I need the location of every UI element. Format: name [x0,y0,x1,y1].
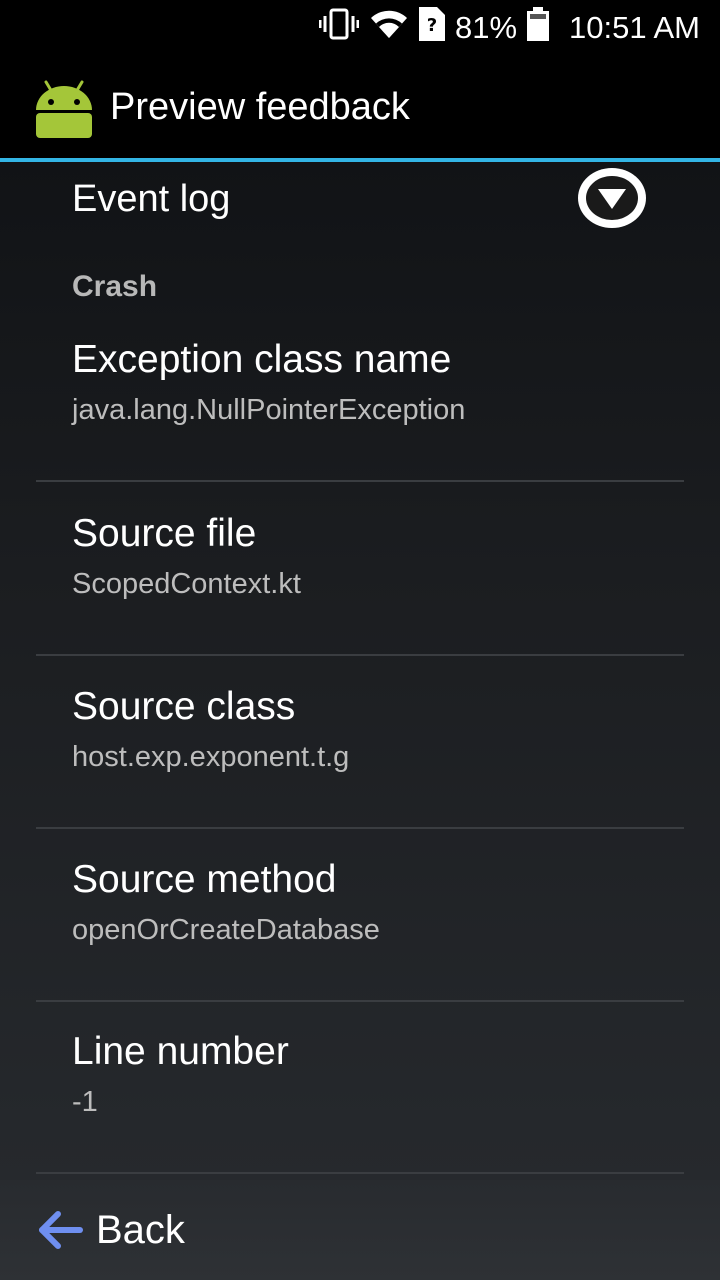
clock: 10:51 AM [569,10,700,45]
battery-percent: 81% [454,10,518,45]
status-bar: ? 81% 10:51 AM [0,0,720,54]
list-item: Source file ScopedContext.kt [36,482,684,656]
item-value: java.lang.NullPointerException [72,394,466,426]
vibrate-icon [318,7,360,49]
list-item: Source method openOrCreateDatabase [36,828,684,1002]
wifi-icon [369,8,409,48]
item-label: Source method [72,858,337,901]
feedback-details[interactable]: Event log Crash Exception class name jav… [0,162,720,1180]
page-title: Preview feedback [110,86,410,128]
chevron-down-circle-icon[interactable] [577,167,647,229]
app-bar: Preview feedback [0,54,720,162]
bottom-bar: Back [0,1180,720,1280]
item-label: Exception class name [72,338,452,381]
item-label: Source class [72,685,296,728]
item-label: Line number [72,1030,289,1073]
event-log-row[interactable]: Event log [72,167,672,240]
item-value: openOrCreateDatabase [72,914,380,946]
back-arrow-icon [36,1206,84,1254]
item-value: ScopedContext.kt [72,568,301,600]
battery-icon [527,7,550,49]
item-value: -1 [72,1086,98,1118]
unknown-sim-icon: ? [418,7,445,49]
list-item: Source class host.exp.exponent.t.g [36,655,684,829]
list-item: Exception class name java.lang.NullPoint… [36,308,684,482]
list-item: Line number -1 [36,1000,684,1174]
back-button[interactable]: Back [36,1200,236,1260]
item-label: Source file [72,512,257,555]
status-icons: ? 81% 10:51 AM [318,7,700,49]
back-label: Back [96,1208,185,1252]
svg-text:?: ? [427,15,437,36]
android-icon[interactable] [32,76,96,140]
section-header-crash: Crash [72,270,158,303]
item-value: host.exp.exponent.t.g [72,741,350,773]
event-log-label: Event log [72,178,231,220]
